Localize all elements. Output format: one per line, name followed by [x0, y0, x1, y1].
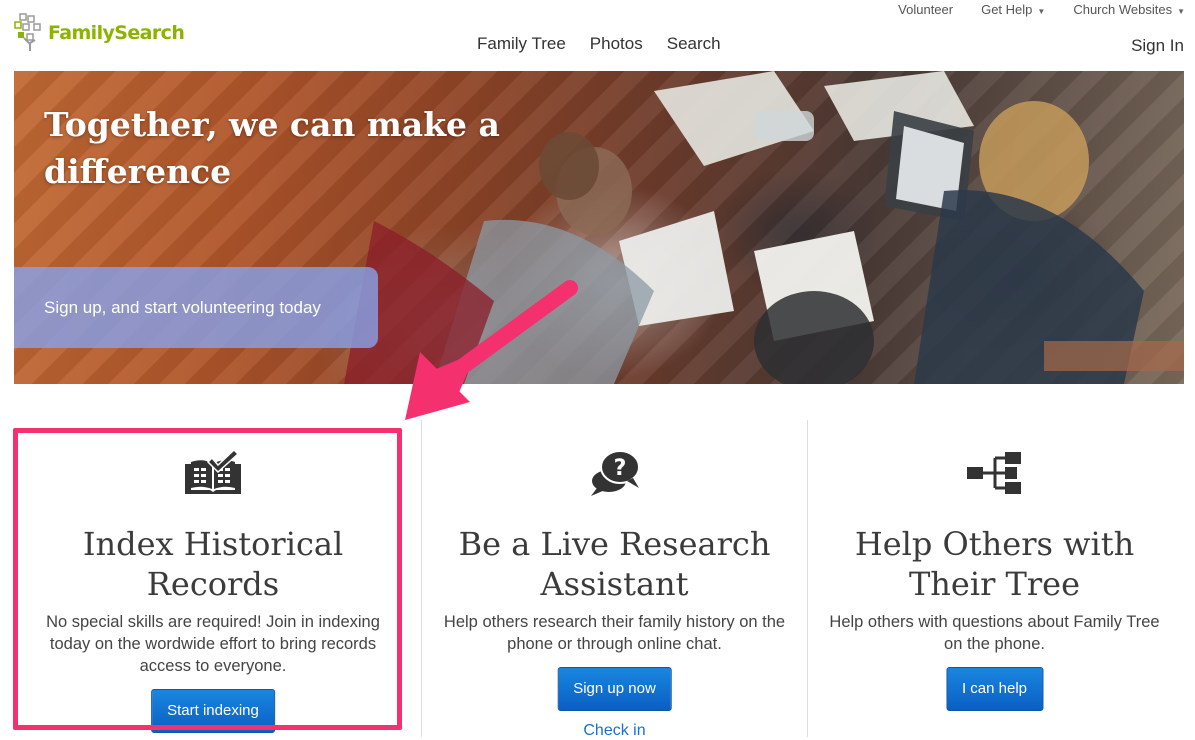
hero-cta-label: Sign up, and start volunteering today — [44, 297, 321, 317]
column-description: No special skills are required! Join in … — [46, 613, 380, 675]
i-can-help-button[interactable]: I can help — [945, 667, 1044, 711]
svg-text:?: ? — [613, 456, 626, 481]
hero-banner: Together, we can make a difference Sign … — [14, 71, 1184, 384]
familysearch-logo[interactable]: FamilySearch — [14, 10, 185, 54]
index-records-column: Index Historical Records No special skil… — [20, 420, 406, 737]
family-tree-logo-icon — [14, 13, 41, 51]
open-book-check-icon — [185, 450, 241, 494]
util-nav-church-websites[interactable]: Church Websites ▼ — [1073, 2, 1185, 17]
research-assistant-column: ? Be a Live Research Assistant Help othe… — [421, 420, 807, 740]
caret-down-icon: ▼ — [1177, 6, 1185, 16]
nav-search[interactable]: Search — [667, 34, 721, 54]
column-heading: Be a Live Research Assistant — [458, 525, 771, 603]
family-tree-hierarchy-icon — [966, 452, 1021, 494]
check-in-link[interactable]: Check in — [422, 722, 807, 740]
column-icon-wrap: ? — [422, 450, 807, 500]
column-heading: Index Historical Records — [82, 525, 344, 603]
brand-name: FamilySearch — [48, 22, 185, 44]
util-nav-volunteer[interactable]: Volunteer — [898, 2, 953, 17]
hero-signup-cta[interactable]: Sign up, and start volunteering today — [14, 267, 378, 348]
hero-title: Together, we can make a difference — [44, 105, 500, 191]
util-nav-label: Get Help — [981, 2, 1033, 17]
start-indexing-button[interactable]: Start indexing — [151, 689, 275, 733]
caret-down-icon: ▼ — [1037, 6, 1046, 16]
util-nav-label: Church Websites — [1073, 2, 1173, 17]
main-nav: Family Tree Photos Search — [477, 34, 745, 54]
nav-photos[interactable]: Photos — [590, 34, 643, 54]
sign-in-link[interactable]: Sign In — [1131, 36, 1184, 56]
help-others-tree-column: Help Others with Their Tree Help others … — [807, 420, 1181, 737]
util-nav-label: Volunteer — [898, 2, 954, 17]
nav-family-tree[interactable]: Family Tree — [477, 34, 566, 54]
column-description: Help others with questions about Family … — [829, 613, 1160, 653]
util-nav-get-help[interactable]: Get Help ▼ — [981, 2, 1045, 17]
column-description: Help others research their family histor… — [443, 613, 786, 653]
column-icon-wrap — [808, 450, 1181, 500]
sign-up-now-button[interactable]: Sign up now — [557, 667, 672, 711]
column-icon-wrap — [20, 450, 406, 500]
question-chat-bubbles-icon: ? — [590, 450, 640, 496]
utility-nav: Volunteer Get Help ▼ Church Websites ▼ — [870, 2, 1185, 17]
column-heading: Help Others with Their Tree — [854, 525, 1135, 603]
